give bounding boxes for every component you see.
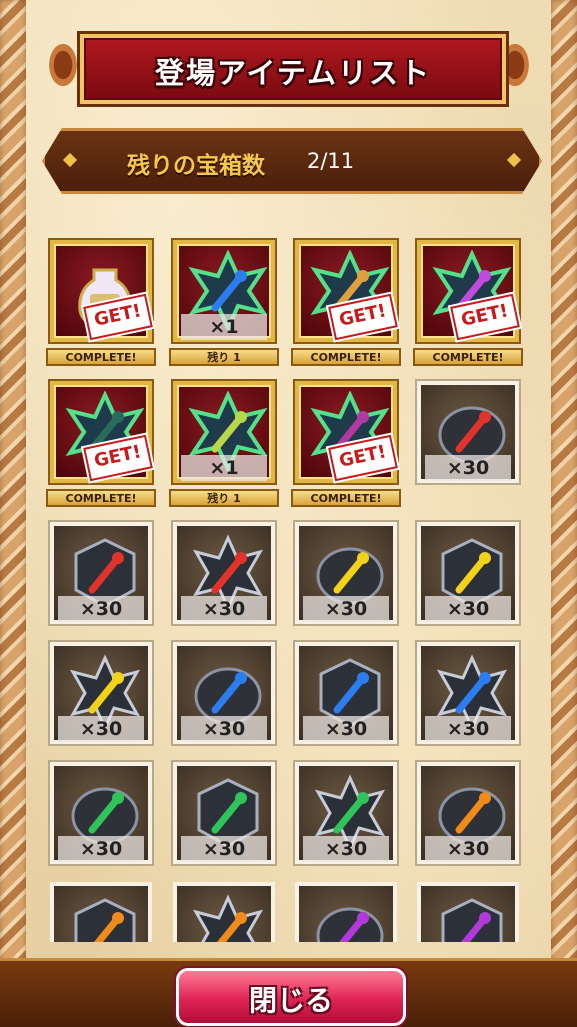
- treasure-item-frame: ×1: [173, 381, 275, 483]
- treasure-item-frame: GET!: [50, 240, 153, 342]
- left-border-ornament: [0, 0, 26, 1024]
- item-slot[interactable]: ×30: [295, 522, 397, 624]
- item-quantity: ×30: [181, 596, 267, 622]
- item-slot[interactable]: ×30: [173, 522, 275, 624]
- item-slot[interactable]: [173, 882, 275, 942]
- item-frame: ×30: [417, 381, 519, 483]
- item-slot[interactable]: ×30: [417, 381, 519, 483]
- diamond-icon: [62, 152, 78, 168]
- item-frame: [295, 882, 397, 942]
- item-slot[interactable]: [50, 882, 152, 942]
- item-frame: ×30: [295, 522, 397, 624]
- treasure-item-frame: GET!: [50, 381, 153, 483]
- item-status-label: COMPLETE!: [413, 348, 523, 366]
- item-frame: ×30: [173, 762, 275, 864]
- item-quantity: ×30: [425, 455, 511, 481]
- treasure-item-frame: GET!: [417, 240, 520, 342]
- treasure-counter-label: 残りの宝箱数: [127, 153, 265, 179]
- item-slot[interactable]: ×30: [295, 762, 397, 864]
- item-frame: ×30: [50, 642, 152, 744]
- item-quantity: ×30: [425, 596, 511, 622]
- item-slot[interactable]: ×1 残り 1: [169, 240, 279, 366]
- item-slot[interactable]: ×30: [50, 522, 152, 624]
- item-status-label: COMPLETE!: [46, 489, 156, 507]
- item-slot[interactable]: GET! COMPLETE!: [46, 240, 156, 366]
- diamond-icon: [506, 152, 522, 168]
- item-quantity: ×30: [181, 836, 267, 862]
- item-quantity: ×1: [181, 455, 267, 481]
- item-frame: [50, 882, 152, 942]
- item-slot[interactable]: GET! COMPLETE!: [291, 240, 401, 366]
- orange-bow-star-icon: [187, 892, 269, 942]
- item-slot[interactable]: ×30: [417, 642, 519, 744]
- item-slot[interactable]: GET! COMPLETE!: [291, 381, 401, 507]
- right-border-ornament: [551, 0, 577, 1024]
- treasure-counter: 残りの宝箱数 2/11: [42, 128, 542, 194]
- item-frame: ×30: [417, 522, 519, 624]
- item-slot[interactable]: ×30: [417, 762, 519, 864]
- purple-staff-stone-icon: [309, 892, 391, 942]
- item-quantity: ×30: [425, 836, 511, 862]
- treasure-item-frame: GET!: [295, 381, 398, 483]
- title-banner: 登場アイテムリスト: [77, 31, 509, 107]
- item-slot[interactable]: ×1 残り 1: [169, 381, 279, 507]
- purple-staff-gem-icon: [431, 892, 513, 942]
- item-quantity: ×30: [303, 596, 389, 622]
- item-status-label: 残り 1: [169, 348, 279, 366]
- item-status-label: COMPLETE!: [291, 489, 401, 507]
- item-frame: [417, 882, 519, 942]
- item-slot[interactable]: ×30: [50, 642, 152, 744]
- item-quantity: ×30: [303, 716, 389, 742]
- item-status-label: COMPLETE!: [46, 348, 156, 366]
- item-quantity: ×30: [58, 716, 144, 742]
- item-quantity: ×30: [58, 596, 144, 622]
- item-status-label: 残り 1: [169, 489, 279, 507]
- page-title: 登場アイテムリスト: [154, 56, 432, 90]
- item-frame: ×30: [417, 642, 519, 744]
- item-frame: [173, 882, 275, 942]
- item-frame: ×30: [50, 522, 152, 624]
- item-quantity: ×30: [303, 836, 389, 862]
- item-slot[interactable]: GET! COMPLETE!: [413, 240, 523, 366]
- item-slot[interactable]: ×30: [417, 522, 519, 624]
- item-slot[interactable]: ×30: [173, 762, 275, 864]
- item-quantity: ×30: [181, 716, 267, 742]
- close-button-label: 閉じる: [248, 984, 333, 1017]
- item-frame: ×30: [50, 762, 152, 864]
- item-quantity: ×30: [58, 836, 144, 862]
- item-frame: ×30: [417, 762, 519, 864]
- item-slot[interactable]: [295, 882, 397, 942]
- item-frame: ×30: [173, 522, 275, 624]
- item-frame: ×30: [173, 642, 275, 744]
- treasure-counter-value: 2/11: [307, 149, 355, 173]
- item-slot[interactable]: ×30: [50, 762, 152, 864]
- item-slot[interactable]: ×30: [173, 642, 275, 744]
- orange-bow-gem-icon: [64, 892, 146, 942]
- item-quantity: ×30: [425, 716, 511, 742]
- item-slot[interactable]: GET! COMPLETE!: [46, 381, 156, 507]
- item-status-label: COMPLETE!: [291, 348, 401, 366]
- item-frame: ×30: [295, 762, 397, 864]
- close-button[interactable]: 閉じる: [176, 968, 406, 1026]
- treasure-item-frame: ×1: [173, 240, 275, 342]
- treasure-item-frame: GET!: [295, 240, 398, 342]
- item-slot[interactable]: [417, 882, 519, 942]
- item-frame: ×30: [295, 642, 397, 744]
- item-slot[interactable]: ×30: [295, 642, 397, 744]
- item-quantity: ×1: [181, 314, 267, 340]
